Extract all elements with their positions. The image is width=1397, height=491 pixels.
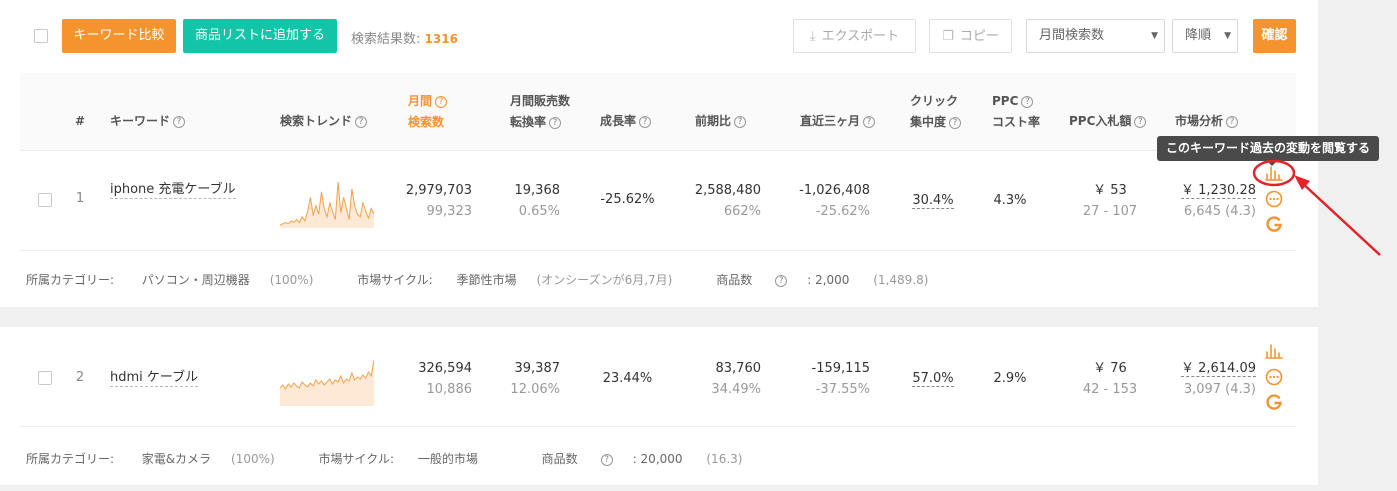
col-three-months[interactable]: 直近三ヶ月? bbox=[800, 111, 876, 132]
more-options-icon[interactable] bbox=[1265, 368, 1283, 386]
row-num: 2 bbox=[75, 370, 85, 385]
help-icon[interactable]: ? bbox=[600, 454, 613, 466]
row-meta: 所属カテゴリー: パソコン・周辺機器 (100%) 市場サイクル: 季節性市場 (オ… bbox=[26, 271, 968, 288]
col-monthly-sales[interactable]: 月間販売数 転換率? bbox=[510, 91, 570, 133]
meta-products: 商品数?: 2,000 (1,489.8) bbox=[716, 273, 929, 287]
help-icon[interactable]: ? bbox=[863, 116, 876, 128]
help-icon[interactable]: ? bbox=[734, 116, 747, 128]
monthly-sales: 19,368 0.65% bbox=[514, 183, 561, 219]
prev-period: 2,588,480 662% bbox=[694, 183, 761, 219]
annotation-overlay bbox=[1252, 159, 1381, 256]
help-icon[interactable]: ? bbox=[639, 116, 652, 128]
three-months: -1,026,408 -25.62% bbox=[799, 183, 870, 219]
export-button[interactable]: ⤓ エクスポート bbox=[793, 19, 916, 53]
results-panel: 2 hdmi ケーブル 326,594 10,886 39,387 12.06% 2… bbox=[0, 327, 1318, 485]
meta-category: 所属カテゴリー: パソコン・周辺機器 (100%) bbox=[26, 273, 314, 287]
ppc-bid: ￥ 53 27 - 107 bbox=[1082, 183, 1138, 219]
row-meta: 所属カテゴリー: 家電&カメラ (100%) 市場サイクル: 一般的市場 商品数?… bbox=[26, 450, 782, 467]
table-row: 2 hdmi ケーブル 326,594 10,886 39,387 12.06% 2… bbox=[20, 327, 1296, 427]
prev-period: 83,760 34.49% bbox=[711, 361, 761, 397]
row-keyword[interactable]: hdmi ケーブル bbox=[110, 367, 199, 388]
toolbar: キーワード比較 商品リストに追加する 検索結果数: 1316 ⤓ エクスポート ❐… bbox=[0, 0, 1318, 72]
help-icon[interactable]: ? bbox=[1134, 116, 1147, 128]
bar-chart-icon[interactable] bbox=[1265, 341, 1283, 359]
col-trend[interactable]: 検索トレンド? bbox=[280, 111, 368, 132]
ppc-cost-rate: 4.3% bbox=[993, 193, 1027, 208]
result-count-label: 検索結果数: bbox=[351, 32, 421, 47]
export-label: エクスポート bbox=[821, 29, 900, 44]
col-market[interactable]: 市場分析? bbox=[1175, 111, 1239, 132]
help-icon[interactable]: ? bbox=[1021, 96, 1034, 108]
keyword-compare-button[interactable]: キーワード比較 bbox=[62, 19, 176, 53]
monthly-search: 326,594 10,886 bbox=[418, 361, 472, 397]
google-icon[interactable] bbox=[1265, 394, 1283, 412]
sparkline-area bbox=[280, 182, 374, 228]
meta-products: 商品数?: 20,000 (16.3) bbox=[541, 452, 743, 466]
row-keyword[interactable]: iphone 充電ケーブル bbox=[110, 179, 236, 200]
help-icon[interactable]: ? bbox=[775, 275, 788, 287]
sort-field-value: 月間検索数 bbox=[1039, 28, 1105, 43]
col-ppc-bid[interactable]: PPC入札額? bbox=[1069, 111, 1147, 132]
table-row: 1 iphone 充電ケーブル 2,979,703 99,323 19,368 0.… bbox=[20, 151, 1296, 251]
meta-cycle: 市場サイクル: 季節性市場 (オンシーズンが6月,7月) bbox=[357, 273, 673, 287]
results-panel: キーワード比較 商品リストに追加する 検索結果数: 1316 ⤓ エクスポート ❐… bbox=[0, 0, 1318, 307]
table-header: # キーワード? 検索トレンド? 月間? 検索数 月間販売数 転換率? 成長率? 前… bbox=[20, 73, 1296, 151]
help-icon[interactable]: ? bbox=[949, 117, 962, 129]
result-count: 検索結果数: 1316 bbox=[351, 28, 458, 47]
growth-rate: -25.62% bbox=[600, 192, 655, 207]
col-keyword[interactable]: キーワード? bbox=[110, 111, 186, 132]
help-icon[interactable]: ? bbox=[435, 96, 448, 108]
click-concentration[interactable]: 57.0% bbox=[905, 368, 961, 389]
highlight-circle bbox=[1252, 159, 1296, 187]
chevron-down-icon: ▼ bbox=[1151, 31, 1158, 41]
row-num: 1 bbox=[75, 191, 85, 206]
copy-label: コピー bbox=[959, 29, 999, 44]
monthly-search: 2,979,703 99,323 bbox=[405, 183, 472, 219]
col-click[interactable]: クリック 集中度? bbox=[910, 91, 962, 133]
chevron-down-icon: ▼ bbox=[1224, 31, 1231, 41]
copy-button[interactable]: ❐ コピー bbox=[929, 19, 1012, 53]
growth-rate: 23.44% bbox=[602, 371, 653, 386]
row-checkbox[interactable] bbox=[38, 193, 52, 207]
row-checkbox[interactable] bbox=[38, 371, 52, 385]
col-growth[interactable]: 成長率? bbox=[600, 111, 652, 132]
monthly-sales: 39,387 12.06% bbox=[510, 361, 560, 397]
col-ppc[interactable]: PPC? コスト率 bbox=[992, 91, 1040, 133]
meta-cycle: 市場サイクル: 一般的市場 bbox=[318, 452, 478, 466]
help-icon[interactable]: ? bbox=[1226, 116, 1239, 128]
col-monthly-search[interactable]: 月間? 検索数 bbox=[408, 91, 448, 133]
trend-sparkline[interactable] bbox=[280, 178, 374, 228]
ppc-bid: ￥ 76 42 - 153 bbox=[1082, 361, 1138, 397]
download-icon: ⤓ bbox=[809, 29, 816, 44]
market-analysis: ￥ 2,614.09 3,097 (4.3) bbox=[1180, 361, 1256, 397]
copy-icon: ❐ bbox=[942, 29, 954, 44]
help-icon[interactable]: ? bbox=[173, 116, 186, 128]
market-analysis: ￥ 1,230.28 6,645 (4.3) bbox=[1180, 183, 1256, 219]
trend-sparkline[interactable] bbox=[280, 356, 374, 406]
click-concentration[interactable]: 30.4% bbox=[905, 190, 961, 211]
sort-field-select[interactable]: 月間検索数 ▼ bbox=[1026, 19, 1165, 53]
help-icon[interactable]: ? bbox=[355, 116, 368, 128]
col-prev[interactable]: 前期比? bbox=[695, 111, 747, 132]
meta-category: 所属カテゴリー: 家電&カメラ (100%) bbox=[26, 452, 275, 466]
help-icon[interactable]: ? bbox=[549, 117, 562, 129]
ppc-cost-rate: 2.9% bbox=[993, 371, 1027, 386]
col-num: # bbox=[74, 114, 86, 128]
sort-order-value: 降順 bbox=[1185, 28, 1212, 43]
arrow-line bbox=[1299, 180, 1381, 256]
sort-order-select[interactable]: 降順 ▼ bbox=[1172, 19, 1238, 53]
confirm-button[interactable]: 確認 bbox=[1253, 19, 1296, 53]
add-to-product-list-button[interactable]: 商品リストに追加する bbox=[183, 19, 337, 53]
select-all-checkbox[interactable] bbox=[34, 29, 48, 43]
three-months: -159,115 -37.55% bbox=[811, 361, 870, 397]
result-count-value: 1316 bbox=[424, 32, 458, 46]
